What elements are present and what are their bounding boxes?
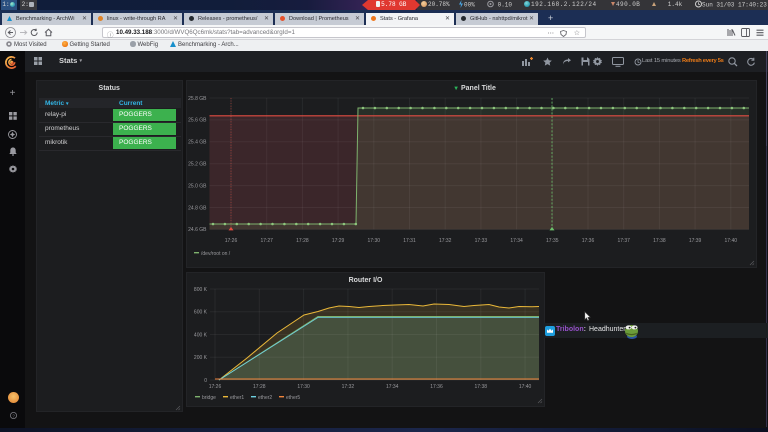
svg-text:/dev/root on /: /dev/root on / bbox=[201, 251, 231, 257]
svg-text:17:33: 17:33 bbox=[475, 238, 488, 244]
svg-text:17:39: 17:39 bbox=[689, 238, 702, 244]
svg-text:0: 0 bbox=[204, 378, 207, 384]
svg-text:24.6 GB: 24.6 GB bbox=[188, 227, 207, 233]
svg-text:17:34: 17:34 bbox=[510, 238, 523, 244]
svg-text:17:26: 17:26 bbox=[209, 384, 222, 390]
svg-text:25.2 GB: 25.2 GB bbox=[188, 162, 207, 168]
svg-text:17:37: 17:37 bbox=[617, 238, 630, 244]
svg-text:17:36: 17:36 bbox=[430, 384, 443, 390]
svg-text:17:27: 17:27 bbox=[260, 238, 273, 244]
svg-text:17:40: 17:40 bbox=[725, 238, 738, 244]
svg-text:17:38: 17:38 bbox=[653, 238, 666, 244]
svg-text:17:38: 17:38 bbox=[475, 384, 488, 390]
svg-text:800 K: 800 K bbox=[194, 287, 208, 293]
svg-text:?: ? bbox=[12, 413, 15, 418]
svg-text:17:34: 17:34 bbox=[386, 384, 399, 390]
svg-text:25.8 GB: 25.8 GB bbox=[188, 96, 207, 102]
svg-text:17:35: 17:35 bbox=[546, 238, 559, 244]
svg-text:17:29: 17:29 bbox=[332, 238, 345, 244]
svg-text:200 K: 200 K bbox=[194, 355, 208, 361]
svg-text:ether2: ether2 bbox=[258, 395, 272, 401]
svg-text:400 K: 400 K bbox=[194, 332, 208, 338]
svg-text:17:30: 17:30 bbox=[368, 238, 381, 244]
svg-text:bridge: bridge bbox=[202, 395, 216, 401]
svg-text:25.6 GB: 25.6 GB bbox=[188, 118, 207, 124]
svg-text:ether5: ether5 bbox=[286, 395, 300, 401]
svg-text:17:28: 17:28 bbox=[296, 238, 309, 244]
svg-text:17:28: 17:28 bbox=[253, 384, 266, 390]
svg-text:17:31: 17:31 bbox=[403, 238, 416, 244]
svg-text:ether1: ether1 bbox=[230, 395, 244, 401]
svg-text:17:32: 17:32 bbox=[342, 384, 355, 390]
svg-text:17:30: 17:30 bbox=[297, 384, 310, 390]
svg-text:24.8 GB: 24.8 GB bbox=[188, 205, 207, 211]
svg-text:17:26: 17:26 bbox=[225, 238, 238, 244]
svg-text:600 K: 600 K bbox=[194, 310, 208, 316]
svg-text:17:36: 17:36 bbox=[582, 238, 595, 244]
svg-text:17:32: 17:32 bbox=[439, 238, 452, 244]
svg-text:25.4 GB: 25.4 GB bbox=[188, 140, 207, 146]
svg-text:17:40: 17:40 bbox=[519, 384, 532, 390]
svg-text:25.0 GB: 25.0 GB bbox=[188, 183, 207, 189]
